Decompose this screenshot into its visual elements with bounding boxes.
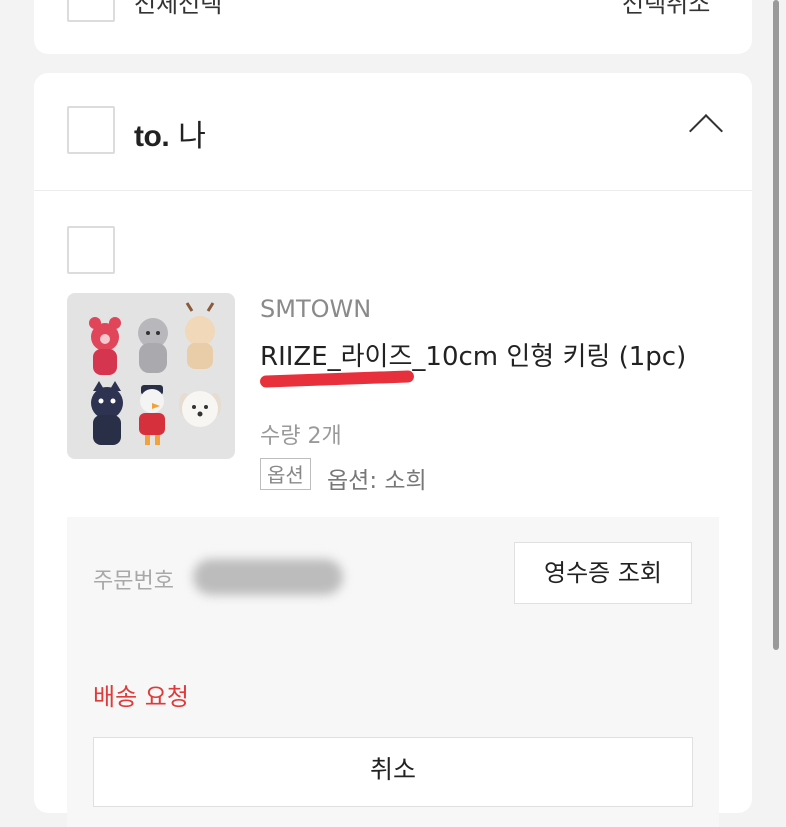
shop-logo-suffix: 나	[178, 119, 206, 154]
product-brand[interactable]: SMTOWN	[260, 295, 371, 323]
shop-logo-prefix: to.	[134, 120, 170, 153]
shop-order-card: to. 나 SMTOWN RIIZE_라이즈_10cm 인형 키링 (1pc) …	[34, 73, 752, 827]
option-badge: 옵션	[260, 458, 311, 490]
order-number-label: 주문번호	[93, 569, 174, 594]
select-all-card: 전체선택 선택취소	[34, 0, 752, 54]
product-checkbox[interactable]	[67, 226, 115, 274]
plush-keyrings-image	[89, 302, 221, 445]
select-all-checkbox[interactable]	[67, 0, 115, 22]
chevron-up-icon[interactable]	[689, 114, 723, 148]
deselect-all-button[interactable]: 선택취소	[622, 0, 710, 19]
option-value: 옵션: 소희	[327, 468, 427, 494]
product-title[interactable]: RIIZE_라이즈_10cm 인형 키링 (1pc)	[260, 336, 686, 373]
product-quantity: 수량 2개	[260, 424, 342, 449]
divider	[34, 190, 752, 191]
cancel-button[interactable]: 취소	[93, 737, 693, 807]
order-number-blurred	[193, 559, 343, 595]
shop-checkbox[interactable]	[67, 106, 115, 154]
shop-logo[interactable]: to. 나	[134, 111, 206, 155]
order-info-box: 주문번호 영수증 조회 배송 요청 취소	[67, 517, 719, 827]
delivery-request-status: 배송 요청	[93, 683, 189, 711]
scrollbar[interactable]	[773, 0, 779, 650]
receipt-view-button[interactable]: 영수증 조회	[514, 542, 692, 604]
select-all-label: 전체선택	[134, 0, 223, 18]
product-thumbnail[interactable]	[67, 293, 235, 459]
